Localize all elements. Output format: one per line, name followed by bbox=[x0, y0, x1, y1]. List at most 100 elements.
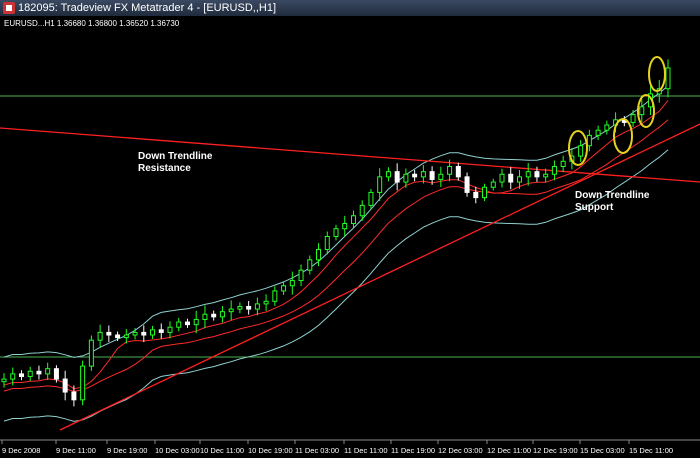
candle-body bbox=[333, 228, 339, 237]
candle-body bbox=[237, 305, 243, 310]
candle-body bbox=[665, 67, 671, 90]
candle-body bbox=[377, 176, 383, 193]
candle-body bbox=[10, 373, 16, 380]
candle-body bbox=[123, 334, 129, 339]
resistance-label-line2: Resistance bbox=[138, 163, 191, 174]
highlight-circle-4 bbox=[648, 56, 666, 92]
candle-body bbox=[385, 171, 391, 178]
candle-body bbox=[254, 303, 260, 310]
price-chart[interactable]: 9 Dec 2008 9 Dec 11:00 9 Dec 19:00 10 Dec 0… bbox=[0, 16, 700, 458]
candle-body bbox=[464, 176, 470, 193]
candle-body bbox=[316, 248, 322, 261]
candle-body bbox=[246, 305, 252, 310]
x-tick-label: 11 Dec 19:00 bbox=[391, 446, 435, 455]
candle-body bbox=[184, 321, 190, 326]
candle-body bbox=[106, 331, 112, 336]
candle-body bbox=[604, 124, 610, 131]
candle-body bbox=[403, 173, 409, 183]
candle-body bbox=[420, 171, 426, 178]
candle-body bbox=[263, 300, 269, 305]
band-lower bbox=[3, 149, 669, 422]
x-tick-label: 11 Dec 11:00 bbox=[344, 446, 388, 455]
support-label-line1: Down Trendline bbox=[575, 190, 650, 201]
candle-body bbox=[307, 259, 313, 271]
candle-body bbox=[551, 165, 557, 175]
candle-body bbox=[1, 378, 7, 383]
candle-body bbox=[525, 171, 531, 178]
candle-body bbox=[71, 391, 77, 401]
candle-body bbox=[394, 171, 400, 183]
candle-body bbox=[490, 181, 496, 188]
candle-body bbox=[62, 378, 68, 393]
candle-body bbox=[176, 321, 182, 328]
candle-body bbox=[211, 313, 217, 318]
x-tick-label: 9 Dec 2008 bbox=[2, 446, 40, 455]
x-tick-label: 10 Dec 19:00 bbox=[248, 446, 293, 455]
candle-body bbox=[88, 339, 94, 367]
candle-body bbox=[508, 173, 514, 183]
candle-body bbox=[45, 368, 51, 375]
candle-body bbox=[534, 171, 540, 178]
candle-body bbox=[560, 160, 566, 167]
candle-body bbox=[586, 134, 592, 147]
window-title: 182095: Tradeview FX Metatrader 4 - [EUR… bbox=[18, 2, 276, 14]
highlight-circle-1 bbox=[568, 130, 588, 166]
candle-body bbox=[97, 331, 103, 341]
candle-body bbox=[473, 191, 479, 199]
resistance-label-line1: Down Trendline bbox=[138, 151, 213, 162]
candle-body bbox=[359, 204, 365, 217]
candle-body bbox=[438, 173, 444, 180]
x-tick-label: 9 Dec 19:00 bbox=[107, 446, 147, 455]
candle-body bbox=[298, 269, 304, 282]
support-label-line2: Support bbox=[575, 202, 614, 213]
candle-body bbox=[158, 329, 164, 333]
candle-body bbox=[193, 318, 199, 326]
candle-body bbox=[115, 334, 121, 339]
candle-body bbox=[80, 365, 86, 401]
candle-body bbox=[132, 331, 138, 336]
candle-body bbox=[36, 370, 42, 375]
horizontal-lines bbox=[0, 95, 700, 358]
trendlines bbox=[0, 123, 700, 431]
candle-body bbox=[455, 165, 461, 178]
candle-body bbox=[578, 145, 584, 157]
x-tick-label: 15 Dec 03:00 bbox=[580, 446, 625, 455]
candle-body bbox=[202, 313, 208, 320]
candle-body bbox=[482, 186, 488, 199]
candle-body bbox=[18, 373, 24, 377]
candle-body bbox=[342, 223, 348, 230]
x-tick-label: 15 Dec 11:00 bbox=[629, 446, 673, 455]
candle-body bbox=[53, 368, 59, 380]
title-bar[interactable]: 182095: Tradeview FX Metatrader 4 - [EUR… bbox=[0, 0, 700, 16]
metatrader-window: 182095: Tradeview FX Metatrader 4 - [EUR… bbox=[0, 0, 700, 458]
candle-body bbox=[630, 114, 636, 123]
candle-body bbox=[289, 280, 295, 287]
candle-body bbox=[429, 171, 435, 180]
candle-body bbox=[167, 326, 173, 333]
candle-body bbox=[499, 173, 505, 183]
candle-body bbox=[447, 165, 453, 175]
candle-body bbox=[368, 191, 374, 206]
candle-body bbox=[150, 329, 156, 336]
candle-body bbox=[324, 235, 330, 250]
candle-body bbox=[516, 176, 522, 183]
candle-body bbox=[272, 290, 278, 302]
candle-body bbox=[639, 106, 645, 116]
candle-body bbox=[543, 173, 549, 178]
highlight-circle-2 bbox=[613, 118, 633, 154]
x-tick-label: 12 Dec 11:00 bbox=[487, 446, 531, 455]
chart-info-label: EURUSD...H1 1.36680 1.36800 1.36520 1.36… bbox=[4, 19, 180, 28]
x-tick-label: 10 Dec 11:00 bbox=[200, 446, 244, 455]
time-axis: 9 Dec 2008 9 Dec 11:00 9 Dec 19:00 10 Dec 0… bbox=[0, 439, 700, 455]
app-icon bbox=[3, 2, 15, 14]
candle-body bbox=[27, 370, 33, 377]
candle-body bbox=[281, 285, 287, 292]
candles bbox=[1, 59, 671, 407]
candle-body bbox=[141, 331, 147, 336]
candle-body bbox=[228, 308, 234, 313]
x-tick-label: 12 Dec 03:00 bbox=[438, 446, 483, 455]
candle-body bbox=[412, 173, 418, 178]
x-tick-label: 10 Dec 03:00 bbox=[155, 446, 200, 455]
x-tick-label: 11 Dec 03:00 bbox=[295, 446, 339, 455]
band-upper bbox=[3, 85, 669, 358]
